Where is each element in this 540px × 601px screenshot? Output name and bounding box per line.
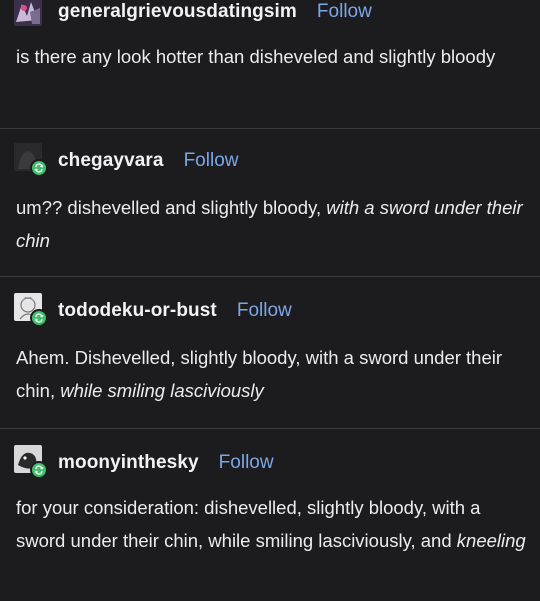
username[interactable]: generalgrievousdatingsim (58, 1, 297, 23)
post-body: Ahem. Dishevelled, slightly bloody, with… (16, 341, 531, 407)
avatar[interactable] (14, 143, 50, 179)
post-text: is there any look hotter than disheveled… (16, 46, 496, 67)
post-body: um?? dishevelled and slightly bloody, wi… (16, 191, 531, 257)
post-2: chegayvara Follow um?? dishevelled and s… (0, 129, 540, 275)
reblog-icon (30, 159, 48, 177)
post-header: moonyinthesky Follow (14, 445, 274, 481)
grievous-avatar-icon (14, 0, 42, 26)
post-text-italic: while smiling lasciviously (60, 380, 264, 401)
username[interactable]: chegayvara (58, 150, 164, 172)
post-4: moonyinthesky Follow for your considerat… (0, 429, 540, 601)
username[interactable]: moonyinthesky (58, 452, 199, 474)
follow-button[interactable]: Follow (219, 452, 274, 474)
avatar[interactable] (14, 293, 50, 329)
reblog-icon (30, 461, 48, 479)
post-header: generalgrievousdatingsim Follow (14, 0, 372, 30)
follow-button[interactable]: Follow (237, 300, 292, 322)
post-1: generalgrievousdatingsim Follow is there… (0, 0, 540, 125)
post-text: um?? dishevelled and slightly bloody, (16, 197, 327, 218)
post-body: for your consideration: dishevelled, sli… (16, 491, 531, 557)
post-text: for your consideration: dishevelled, sli… (16, 497, 481, 551)
follow-button[interactable]: Follow (317, 1, 372, 23)
username[interactable]: tododeku-or-bust (58, 300, 217, 322)
post-3: tododeku-or-bust Follow Ahem. Dishevelle… (0, 277, 540, 427)
avatar[interactable] (14, 0, 50, 30)
post-body: is there any look hotter than disheveled… (16, 40, 531, 73)
post-text-italic: kneeling (456, 530, 526, 551)
post-header: chegayvara Follow (14, 143, 238, 179)
post-header: tododeku-or-bust Follow (14, 293, 292, 329)
avatar[interactable] (14, 445, 50, 481)
reblog-icon (30, 309, 48, 327)
follow-button[interactable]: Follow (184, 150, 239, 172)
